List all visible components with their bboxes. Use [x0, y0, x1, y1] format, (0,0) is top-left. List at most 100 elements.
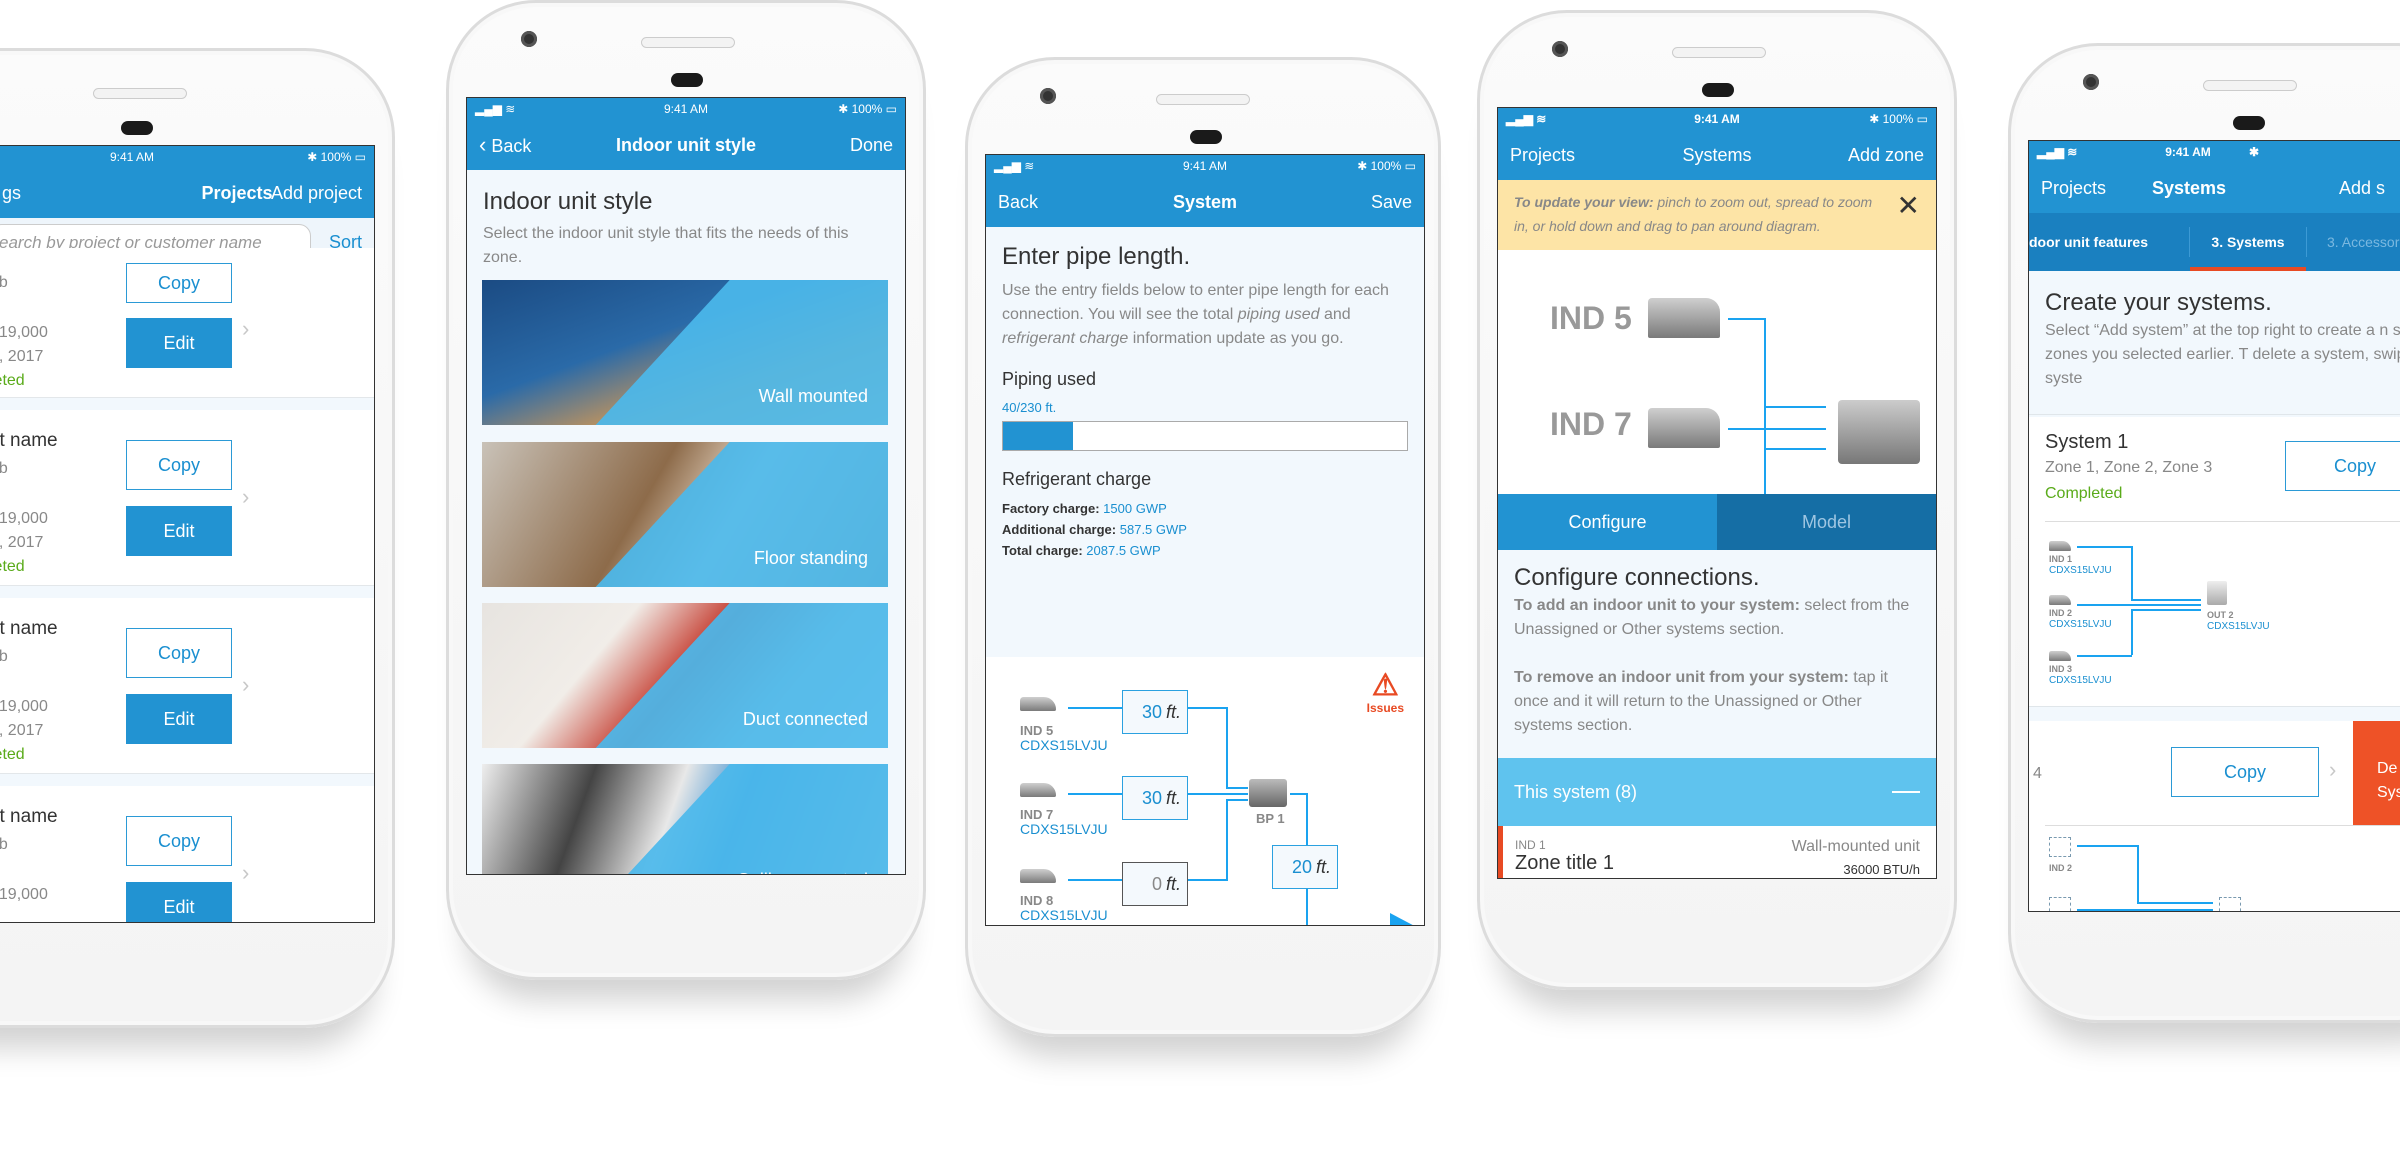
- back-button[interactable]: ‹ Back: [479, 132, 531, 158]
- style-option-duct-connected[interactable]: Duct connected: [482, 603, 888, 748]
- speaker: [1672, 47, 1766, 58]
- copy-button[interactable]: Copy: [126, 263, 232, 303]
- outdoor-unit-icon: [2207, 581, 2227, 605]
- phone-create-systems: ▂▄▆ ≋ 9:41 AM ✱ Projects Systems Add s d…: [2008, 43, 2400, 1023]
- settings-button[interactable]: gs: [2, 183, 21, 204]
- nav-bar: ‹ Back Indoor unit style Done: [467, 120, 905, 170]
- this-system-section[interactable]: This system (8): [1498, 758, 1936, 826]
- style-option-wall-mounted[interactable]: Wall mounted: [482, 280, 888, 425]
- indoor-unit-icon: [2049, 595, 2071, 605]
- screen: ▂▄▆ ≋ 9:41 AM ✱ 100% ▭ Projects Systems …: [1497, 107, 1937, 879]
- sensor: [121, 121, 153, 135]
- phone-indoor-unit-style: ▂▄▆ ≋ 9:41 AM ✱ 100% ▭ ‹ Back Indoor uni…: [446, 0, 926, 980]
- battery-indicator: ✱ 100% ▭: [1869, 112, 1928, 126]
- speaker: [641, 37, 735, 48]
- signal-wifi-icon: ▂▄▆ ≋: [475, 102, 516, 116]
- style-option-ceiling-mounted[interactable]: Ceiling-mounted: [482, 764, 888, 874]
- camera-icon: [1040, 88, 1056, 104]
- system-diagram[interactable]: IND 5 IND 7: [1498, 250, 1936, 494]
- step-tabs: door unit features 3. Systems 3. Accesso…: [2029, 213, 2400, 271]
- zone-item[interactable]: IND 1 Zone title 1 Wall-mounted unit 360…: [1498, 826, 1936, 878]
- status-bar: ▂▄▆ ≋ 9:41 AM ✱ 100% ▭: [986, 155, 1424, 177]
- unit-label: IND 5 CDXS15LVJU: [1020, 723, 1108, 753]
- tab-configure[interactable]: Configure: [1498, 494, 1717, 550]
- project-row[interactable]: ct name ob $19,000 5, 2017 leted Copy Ed…: [0, 410, 374, 586]
- project-row[interactable]: ct name ob $19,000 Copy Edit ›: [0, 786, 374, 922]
- copy-button[interactable]: Copy: [126, 440, 232, 490]
- collapse-icon[interactable]: [1892, 791, 1920, 793]
- pipe-length-input[interactable]: 20 ft.: [1272, 845, 1338, 889]
- unit-label: IND 7 CDXS15LVJU: [1020, 807, 1108, 837]
- systems-intro: Create your systems. Select “Add system”…: [2029, 271, 2400, 415]
- pipe-length-input[interactable]: 30 ft.: [1122, 776, 1188, 820]
- pipe-length-input[interactable]: 0 ft.: [1122, 862, 1188, 906]
- indoor-unit-icon: [1020, 783, 1056, 797]
- pipe-diagram: ⚠ Issues IND 5 CDXS15LVJU 30 ft. IND 7 CDXS…: [986, 657, 1424, 925]
- nav-bar: Projects Systems Add zone: [1498, 130, 1936, 180]
- pipe-length-input[interactable]: 30 ft.: [1122, 690, 1188, 734]
- add-system-button[interactable]: Add s: [2339, 178, 2385, 199]
- additional-charge: Additional charge: 587.5 GWP: [1002, 522, 1187, 537]
- piping-label: Piping used: [1002, 369, 1097, 389]
- issues-button[interactable]: ⚠ Issues: [1367, 671, 1404, 716]
- close-icon[interactable]: ✕: [1897, 192, 1920, 220]
- copy-button[interactable]: Copy: [126, 816, 232, 866]
- unit-label: IND 1 CDXS15LVJU: [2049, 554, 2112, 576]
- chevron-right-icon: ›: [2329, 757, 2337, 782]
- tab-model[interactable]: Model: [1717, 494, 1936, 550]
- add-project-button[interactable]: Add project: [271, 183, 362, 204]
- phone-system-pipe: ▂▄▆ ≋ 9:41 AM ✱ 100% ▭ Back System Save …: [965, 57, 1441, 1037]
- project-row[interactable]: ob $19,000 6, 2017 leted Copy Edit ›: [0, 248, 374, 398]
- step-accessories[interactable]: 3. Accessor: [2327, 234, 2399, 250]
- status-bar: ▂▄▆ ≋ 9:41 AM ✱ 100% ▭: [1498, 108, 1936, 130]
- placeholder-unit-icon: [2049, 837, 2071, 857]
- nav-bar: gs Projects Add project: [0, 168, 374, 218]
- remove-instructions: To remove an indoor unit from your syste…: [1514, 669, 1888, 734]
- add-zone-button[interactable]: Add zone: [1848, 145, 1924, 166]
- status-bar: ▂▄▆ ≋ 9:41 AM ✱: [2029, 141, 2400, 163]
- edit-button[interactable]: Edit: [126, 882, 232, 922]
- system-card-swiped[interactable]: 4 Copy › De Sys IND 2: [2029, 721, 2400, 911]
- edit-button[interactable]: Edit: [126, 506, 232, 556]
- signal-wifi-icon: ▂▄▆ ≋: [2037, 145, 2078, 159]
- unit-label: IND 3 CDXS15LVJU: [2049, 664, 2112, 686]
- camera-icon: [521, 31, 537, 47]
- system-card[interactable]: System 1 Zone 1, Zone 2, Zone 3 Complete…: [2029, 417, 2400, 707]
- save-button[interactable]: Save: [1371, 192, 1412, 213]
- total-charge: Total charge: 2087.5 GWP: [1002, 543, 1161, 558]
- chevron-right-icon: ›: [242, 860, 250, 885]
- step-indoor-features[interactable]: door unit features: [2029, 234, 2189, 250]
- unit-label: IND 7: [1550, 406, 1632, 442]
- refnet-arrow-icon: [1390, 913, 1424, 925]
- delete-system-button[interactable]: De Sys: [2353, 721, 2400, 825]
- bluetooth-icon: ✱: [2248, 145, 2259, 159]
- screen: ▂▄▆ ≋ 9:41 AM ✱ Projects Systems Add s d…: [2028, 140, 2400, 912]
- screen: ▂▄▆ ≋ 9:41 AM ✱ 100% ▭ Back System Save …: [985, 154, 1425, 926]
- battery-indicator: ✱ 100% ▭: [1357, 159, 1416, 173]
- copy-button[interactable]: Copy: [2285, 441, 2400, 491]
- screen: 9:41 AM ✱ 100% ▭ gs Projects Add project…: [0, 145, 375, 923]
- phone-systems-configure: ▂▄▆ ≋ 9:41 AM ✱ 100% ▭ Projects Systems …: [1477, 10, 1957, 990]
- signal-wifi-icon: ▂▄▆ ≋: [1506, 112, 1547, 126]
- status-bar: ▂▄▆ ≋ 9:41 AM ✱ 100% ▭: [467, 98, 905, 120]
- done-button[interactable]: Done: [850, 135, 893, 156]
- copy-button[interactable]: Copy: [2171, 747, 2319, 797]
- refrigerant-label: Refrigerant charge: [1002, 469, 1152, 489]
- nav-bar: Projects Systems Add s: [2029, 163, 2400, 213]
- projects-button[interactable]: Projects: [1510, 145, 1575, 166]
- indoor-unit-icon: [2049, 651, 2071, 661]
- back-button[interactable]: Back: [998, 192, 1038, 213]
- speaker: [93, 88, 187, 99]
- add-instructions: To add an indoor unit to your system: se…: [1514, 597, 1910, 638]
- edit-button[interactable]: Edit: [126, 318, 232, 368]
- project-row[interactable]: ct name ob $19,000 4, 2017 leted Copy Ed…: [0, 598, 374, 774]
- speaker: [2203, 80, 2297, 91]
- copy-button[interactable]: Copy: [126, 628, 232, 678]
- stage: 9:41 AM ✱ 100% ▭ gs Projects Add project…: [0, 0, 2400, 1164]
- step-systems[interactable]: 3. Systems: [2190, 213, 2306, 271]
- edit-button[interactable]: Edit: [126, 694, 232, 744]
- signal-wifi-icon: ▂▄▆ ≋: [994, 159, 1035, 173]
- style-option-floor-standing[interactable]: Floor standing: [482, 442, 888, 587]
- projects-button[interactable]: Projects: [2041, 178, 2106, 199]
- page-title: Indoor unit style: [615, 134, 756, 155]
